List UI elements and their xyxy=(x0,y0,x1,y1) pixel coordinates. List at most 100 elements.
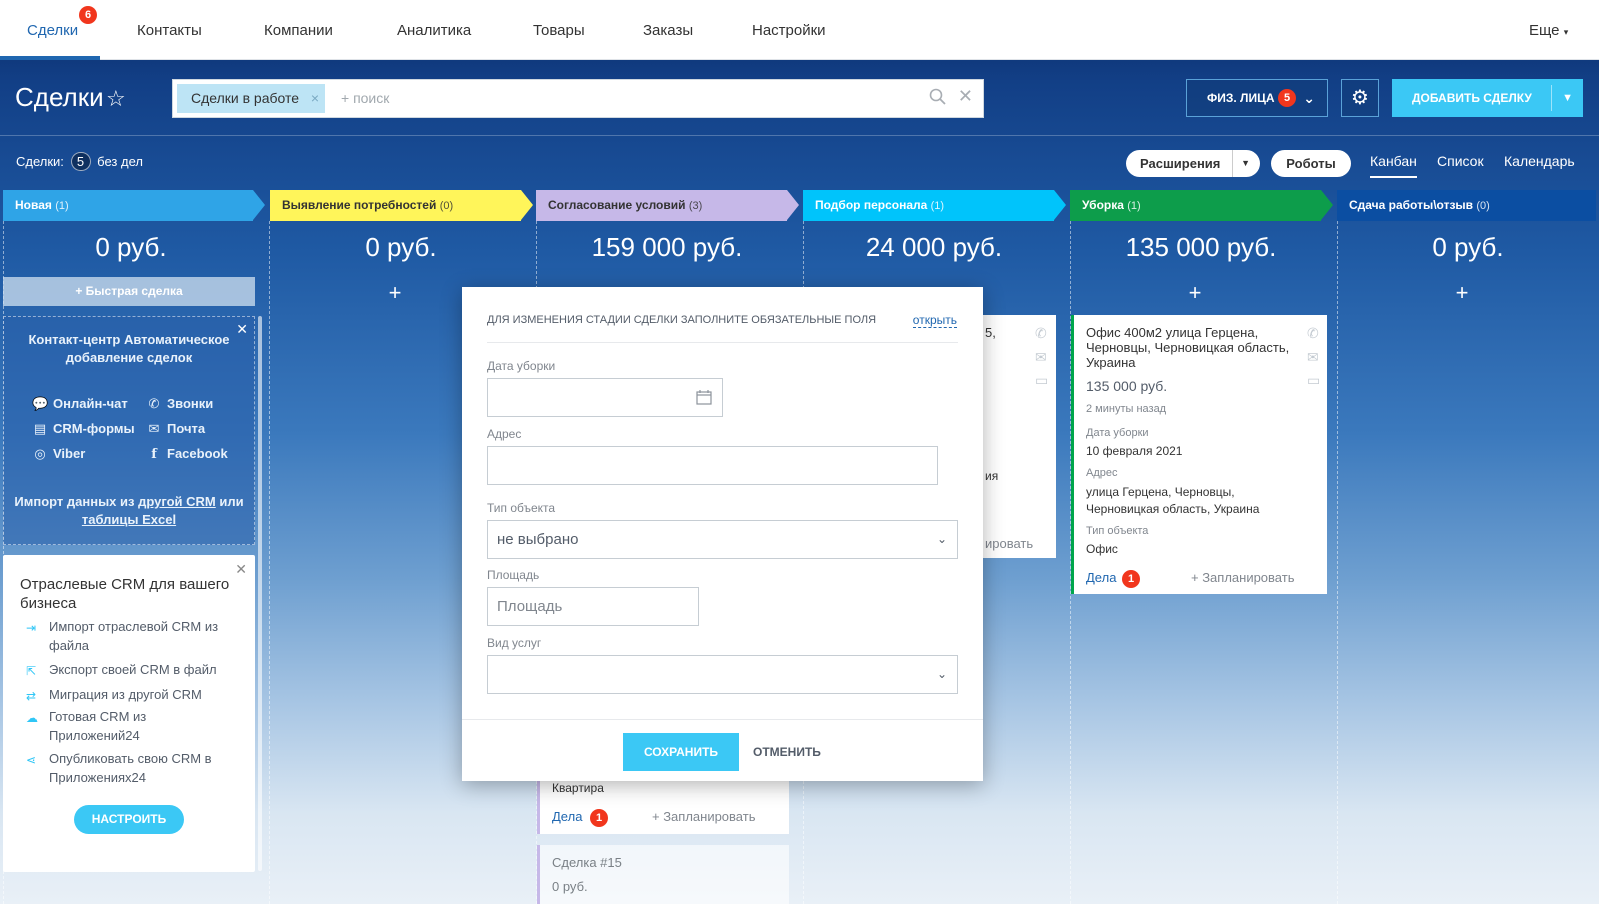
stage-arrow xyxy=(787,190,799,220)
channel-viber[interactable]: ◎ Viber xyxy=(32,446,85,462)
stage-name: Выявление потребностей xyxy=(282,198,437,212)
gear-icon: ⚙ xyxy=(1351,87,1369,109)
stage-header-new[interactable]: Новая (1) xyxy=(3,190,265,221)
extensions-button[interactable]: Расширения ▼ xyxy=(1126,150,1260,177)
plan-button[interactable]: ировать xyxy=(985,536,1033,551)
address-field[interactable] xyxy=(487,446,938,485)
chevron-down-icon: ⌄ xyxy=(1303,90,1315,106)
stage-sum: 24 000 руб. xyxy=(865,232,1003,262)
nav-orders[interactable]: Заказы xyxy=(643,22,693,39)
robots-button[interactable]: Роботы xyxy=(1271,150,1351,177)
deal-title[interactable]: Офис 400м2 улица Герцена, Черновцы, Черн… xyxy=(1086,325,1296,370)
channel-label: Онлайн-чат xyxy=(53,396,128,411)
tasks-link[interactable]: Дела xyxy=(1086,570,1116,585)
channel-online-chat[interactable]: 💬 Онлайн-чат xyxy=(32,396,128,412)
industry-item-import[interactable]: ⇥ Импорт отраслевой CRM из файла xyxy=(26,617,236,655)
category-button[interactable]: ФИЗ. ЛИЦА 5 ⌄ xyxy=(1186,79,1328,117)
share-icon: ⋖ xyxy=(26,753,37,767)
star-icon[interactable]: ☆ xyxy=(106,86,126,112)
channel-calls[interactable]: ✆ Звонки xyxy=(146,396,214,412)
services-select[interactable]: ⌄ xyxy=(487,655,958,694)
close-icon[interactable]: ✕ xyxy=(236,321,248,338)
nav-settings[interactable]: Настройки xyxy=(752,22,826,39)
form-icon: ▤ xyxy=(33,421,47,436)
add-deal-plus-icon[interactable]: + xyxy=(1331,280,1593,306)
deals-counter-number[interactable]: 5 xyxy=(70,152,91,171)
import-other-crm-link[interactable]: другой CRM xyxy=(138,494,216,509)
area-field[interactable]: Площадь xyxy=(487,587,699,626)
chat-icon[interactable]: ▭ xyxy=(1035,372,1048,389)
chat-icon[interactable]: ▭ xyxy=(1307,372,1320,389)
nav-contacts[interactable]: Контакты xyxy=(137,22,202,39)
import-label: Импорт данных из xyxy=(14,494,135,509)
field-label: Тип объекта xyxy=(1086,525,1149,537)
object-type-value: Квартира xyxy=(552,781,604,795)
settings-gear-button[interactable]: ⚙ xyxy=(1341,79,1379,117)
tab-list[interactable]: Список xyxy=(1437,153,1484,169)
nav-analytics[interactable]: Аналитика xyxy=(397,22,471,39)
clear-icon[interactable]: ✕ xyxy=(958,86,973,107)
nav-deals[interactable]: Сделки xyxy=(27,22,78,39)
stage-header-needs[interactable]: Выявление потребностей (0) xyxy=(270,190,533,221)
close-icon[interactable]: ✕ xyxy=(235,561,247,578)
filter-chip[interactable]: Сделки в работе × xyxy=(177,84,326,113)
search-input[interactable]: + поиск xyxy=(341,90,389,106)
stage-arrow xyxy=(1321,190,1333,220)
channel-mail[interactable]: ✉ Почта xyxy=(146,421,206,437)
phone-icon[interactable]: ✆ xyxy=(1307,325,1319,342)
plan-button[interactable]: + Запланировать xyxy=(1191,570,1294,585)
industry-item-label: Опубликовать свою CRM в Приложениях24 xyxy=(49,751,212,785)
stage-name: Согласование условий xyxy=(548,198,686,212)
object-type-value: не выбрано xyxy=(497,531,579,548)
chevron-down-icon[interactable]: ▼ xyxy=(1562,79,1573,117)
nav-products[interactable]: Товары xyxy=(533,22,585,39)
stage-header-cleaning[interactable]: Уборка (1) xyxy=(1070,190,1333,221)
industry-item-ready[interactable]: ☁ Готовая CRM из Приложений24 xyxy=(26,707,236,745)
close-icon[interactable]: × xyxy=(311,84,319,113)
channel-label: Почта xyxy=(167,421,206,436)
search-icon[interactable] xyxy=(929,88,947,106)
channel-facebook[interactable]: f Facebook xyxy=(146,446,228,462)
tab-kanban[interactable]: Канбан xyxy=(1370,153,1417,178)
quick-deal-button[interactable]: + Быстрая сделка xyxy=(3,277,255,306)
tab-calendar[interactable]: Календарь xyxy=(1504,153,1575,169)
industry-item-export[interactable]: ⇱ Экспорт своей CRM в файл xyxy=(26,660,236,679)
tasks-link[interactable]: Дела xyxy=(552,809,582,824)
deal-card[interactable]: Офис 400м2 улица Герцена, Черновцы, Черн… xyxy=(1071,315,1327,594)
channel-crm-forms[interactable]: ▤ CRM-формы xyxy=(32,421,135,437)
chevron-down-icon[interactable]: ▼ xyxy=(1232,150,1250,177)
configure-button[interactable]: НАСТРОИТЬ xyxy=(74,805,184,834)
import-excel-link[interactable]: таблицы Excel xyxy=(82,512,176,527)
deal-card[interactable]: Сделка #15 0 руб. xyxy=(537,845,789,904)
add-deal-plus-icon[interactable]: + xyxy=(1064,280,1326,306)
mail-icon[interactable]: ✉ xyxy=(1307,349,1319,366)
industry-crm-widget: ✕ Отраслевые CRM для вашего бизнеса ⇥ Имп… xyxy=(3,555,255,872)
open-link[interactable]: открыть xyxy=(912,313,957,328)
chevron-down-icon: ▾ xyxy=(1563,27,1569,37)
cleaning-date-field[interactable] xyxy=(487,378,723,417)
column-scrollbar[interactable] xyxy=(258,316,262,871)
filter-search[interactable]: Сделки в работе × + поиск ✕ xyxy=(172,79,984,118)
stage-header-handover[interactable]: Сдача работы\отзыв (0) xyxy=(1337,190,1596,221)
stage-count: (1) xyxy=(55,200,69,212)
cancel-button[interactable]: ОТМЕНИТЬ xyxy=(753,733,821,771)
deal-card[interactable]: Квартира Дела 1 + Запланировать xyxy=(537,781,789,834)
phone-icon[interactable]: ✆ xyxy=(1035,325,1047,342)
mail-icon[interactable]: ✉ xyxy=(1035,349,1047,366)
nav-companies[interactable]: Компании xyxy=(264,22,333,39)
add-deal-button[interactable]: ДОБАВИТЬ СДЕЛКУ ▼ xyxy=(1392,79,1583,117)
save-button[interactable]: СОХРАНИТЬ xyxy=(623,733,739,771)
industry-item-migrate[interactable]: ⇄ Миграция из другой CRM xyxy=(26,685,236,704)
stage-header-staffing[interactable]: Подбор персонала (1) xyxy=(803,190,1066,221)
object-type-select[interactable]: не выбрано ⌄ xyxy=(487,520,958,559)
nav-more[interactable]: Еще ▾ xyxy=(1529,22,1568,39)
industry-item-publish[interactable]: ⋖ Опубликовать свою CRM в Приложениях24 xyxy=(26,749,236,787)
stage-header-terms[interactable]: Согласование условий (3) xyxy=(536,190,799,221)
channel-label: Facebook xyxy=(167,446,228,461)
contact-center-title: Контакт-центр Автоматическое добавление … xyxy=(28,332,230,365)
calendar-icon[interactable] xyxy=(696,389,712,405)
stage-arrow xyxy=(521,190,533,220)
plan-button[interactable]: + Запланировать xyxy=(652,809,755,824)
mail-icon: ✉ xyxy=(148,421,160,436)
address-fragment: ия xyxy=(985,469,999,483)
